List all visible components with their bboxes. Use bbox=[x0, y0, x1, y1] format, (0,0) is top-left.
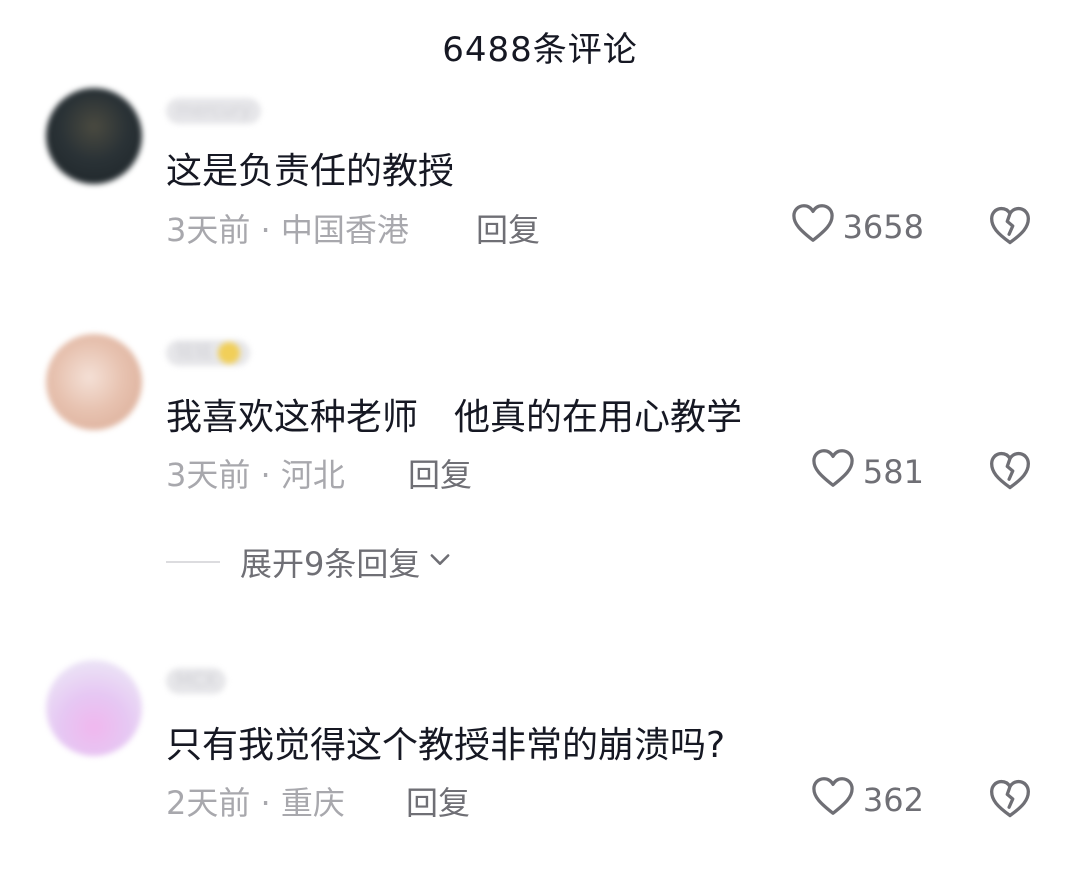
like-button[interactable]: 362 bbox=[811, 776, 924, 824]
comment-meta: 3天前 · 河北 bbox=[166, 450, 345, 496]
dislike-button[interactable] bbox=[988, 449, 1032, 493]
expand-replies-label: 展开9条回复 bbox=[240, 545, 421, 583]
comment-location: 重庆 bbox=[280, 784, 345, 822]
comment-time: 2天前 bbox=[166, 784, 251, 822]
meta-separator: · bbox=[260, 211, 271, 249]
comments-count-title: 6488条评论 bbox=[442, 30, 638, 70]
lemon-emoji-icon bbox=[218, 342, 240, 364]
like-button[interactable]: 3658 bbox=[791, 203, 924, 251]
comment-meta: 3天前 · 中国香港 bbox=[166, 205, 409, 251]
heart-outline-icon bbox=[791, 203, 835, 251]
heart-outline-icon bbox=[811, 448, 855, 496]
username[interactable]: MCX bbox=[166, 668, 227, 694]
like-count: 581 bbox=[862, 453, 924, 491]
reply-button[interactable]: 回复 bbox=[408, 450, 472, 496]
username-text: 铭铭 bbox=[176, 342, 212, 363]
avatar[interactable] bbox=[46, 334, 142, 430]
comment-meta: 2天前 · 重庆 bbox=[166, 778, 345, 824]
broken-heart-icon bbox=[988, 451, 1032, 497]
like-button[interactable]: 581 bbox=[811, 448, 924, 496]
expand-replies-button[interactable]: 展开9条回复 bbox=[240, 539, 454, 585]
chevron-down-icon bbox=[426, 543, 454, 581]
broken-heart-icon bbox=[988, 779, 1032, 825]
expand-replies-row: 展开9条回复 bbox=[166, 540, 454, 584]
username[interactable]: mercury bbox=[166, 98, 261, 124]
meta-separator: · bbox=[260, 784, 271, 822]
username[interactable]: 铭铭 bbox=[166, 340, 250, 366]
reply-button[interactable]: 回复 bbox=[406, 778, 470, 824]
comment-location: 河北 bbox=[280, 456, 345, 494]
like-count: 362 bbox=[862, 781, 924, 819]
reply-button[interactable]: 回复 bbox=[476, 205, 540, 251]
comment-text: 这是负责任的教授 bbox=[166, 151, 455, 192]
meta-separator: · bbox=[260, 456, 271, 494]
comment-location: 中国香港 bbox=[280, 211, 409, 249]
divider bbox=[166, 561, 220, 563]
avatar[interactable] bbox=[46, 660, 142, 756]
dislike-button[interactable] bbox=[988, 204, 1032, 248]
dislike-button[interactable] bbox=[988, 777, 1032, 821]
heart-outline-icon bbox=[811, 776, 855, 824]
comment-time: 3天前 bbox=[166, 456, 251, 494]
comment-text: 我喜欢这种老师 他真的在用心教学 bbox=[166, 397, 743, 438]
avatar[interactable] bbox=[46, 88, 142, 184]
like-count: 3658 bbox=[842, 208, 924, 246]
comment-text: 只有我觉得这个教授非常的崩溃吗? bbox=[166, 725, 726, 766]
broken-heart-icon bbox=[988, 206, 1032, 252]
comment-time: 3天前 bbox=[166, 211, 251, 249]
